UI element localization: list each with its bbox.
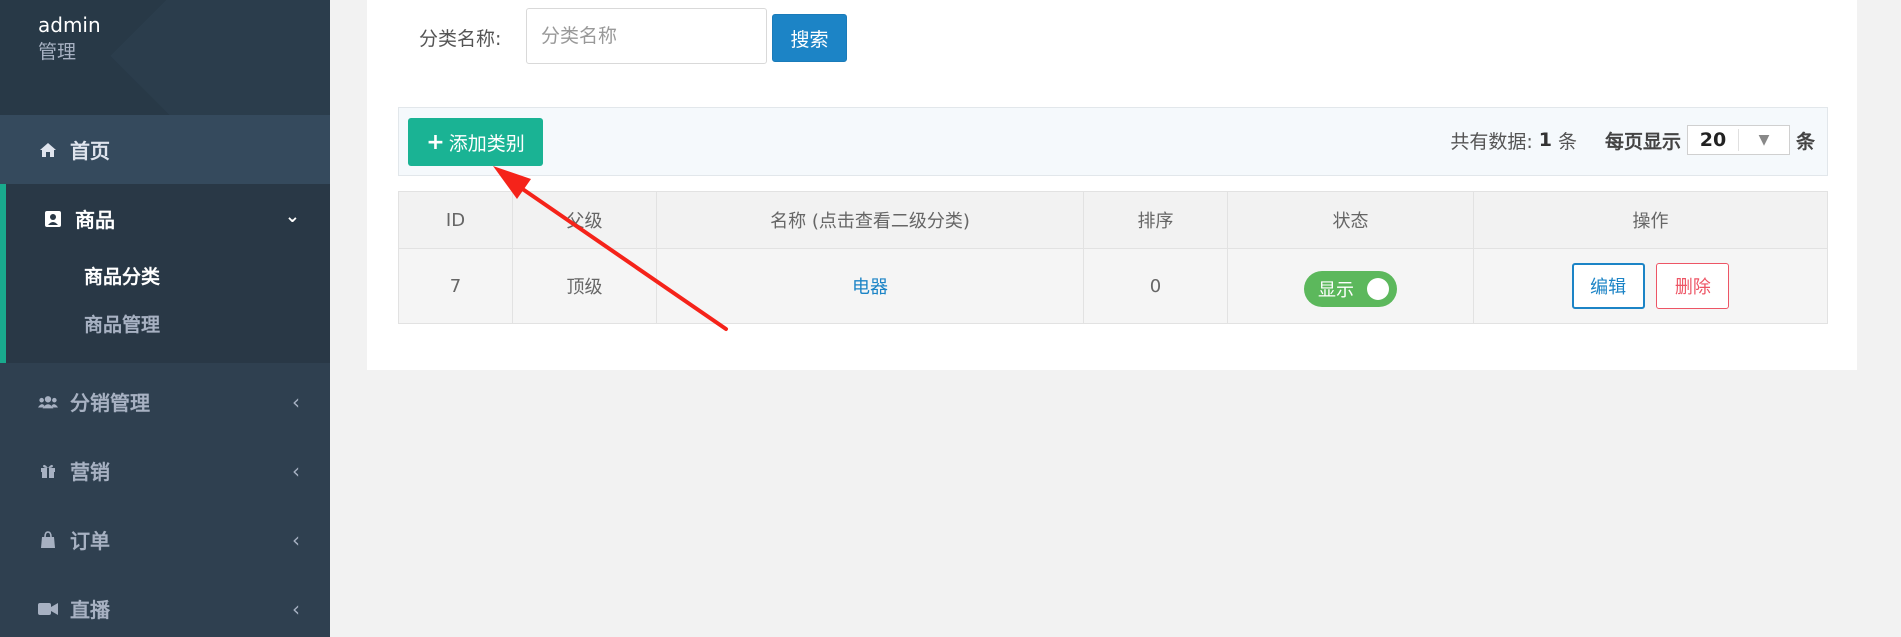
total-prefix: 共有数据: [1450, 130, 1533, 153]
pager-info: 共有数据: 1 条 每页显示 20 ▼ 条 [1450, 124, 1815, 156]
contact-card-icon [43, 209, 63, 229]
nav-item-marketing-label: 营销 [70, 460, 110, 484]
cell-parent: 顶级 [512, 248, 657, 324]
cell-status: 显示 [1227, 248, 1474, 324]
admin-username[interactable]: admin [38, 12, 330, 38]
total-count: 1 [1538, 129, 1552, 151]
column-header-status: 状态 [1227, 191, 1474, 249]
search-button[interactable]: 搜索 [772, 14, 847, 62]
nav-item-marketing[interactable]: 营销 ‹ [0, 436, 330, 505]
search-input[interactable]: 分类名称 [526, 8, 767, 64]
column-header-actions: 操作 [1473, 191, 1828, 249]
per-page-label: 每页显示 [1604, 130, 1681, 153]
chevron-left-icon: ‹ [292, 527, 300, 552]
nav-item-live[interactable]: 直播 ‹ [0, 574, 330, 637]
add-category-label: 添加类别 [448, 132, 525, 155]
nav-item-orders-label: 订单 [70, 529, 110, 553]
per-page-value: 20 [1688, 129, 1739, 151]
plus-icon: + [426, 129, 445, 155]
table-row: 7 顶级 电器 0 显示 编辑 删除 [398, 248, 1828, 324]
gift-icon [38, 461, 58, 481]
category-table: ID 父级 名称 (点击查看二级分类) 排序 状态 操作 7 顶级 电器 0 显… [398, 191, 1828, 324]
nav-item-home-label: 首页 [70, 139, 110, 163]
caret-down-icon: ▼ [1758, 132, 1770, 148]
cell-actions: 编辑 删除 [1473, 248, 1828, 324]
nav-item-orders[interactable]: 订单 ‹ [0, 505, 330, 574]
table-header-row: ID 父级 名称 (点击查看二级分类) 排序 状态 操作 [398, 191, 1828, 249]
status-toggle[interactable]: 显示 [1304, 271, 1397, 307]
cell-id: 7 [398, 248, 513, 324]
status-toggle-label: 显示 [1318, 280, 1354, 301]
column-header-name: 名称 (点击查看二级分类) [656, 191, 1084, 249]
nav-sub-goods-category[interactable]: 商品分类 [6, 253, 330, 301]
nav-item-live-label: 直播 [70, 598, 110, 622]
admin-role: 管理 [38, 41, 77, 63]
chevron-down-icon: ⌄ [284, 206, 300, 227]
total-unit: 条 [1557, 130, 1577, 153]
column-header-parent: 父级 [512, 191, 657, 249]
sidebar: admin 管理 首页 商品 ⌄ 商品分类 商品管理 分销管理 ‹ 营销 ‹ 订… [0, 0, 330, 637]
nav-item-goods[interactable]: 商品 ⌄ [6, 184, 330, 253]
per-page-unit: 条 [1795, 130, 1815, 153]
table-toolbar: + 添加类别 共有数据: 1 条 每页显示 20 ▼ 条 [398, 107, 1828, 176]
content-panel: 分类名称: 分类名称 搜索 + 添加类别 共有数据: 1 条 每页显示 20 ▼… [367, 0, 1857, 370]
chevron-left-icon: ‹ [292, 458, 300, 483]
toggle-knob [1367, 278, 1389, 300]
brand-block: admin 管理 [0, 0, 330, 115]
video-camera-icon [38, 599, 58, 619]
nav-group-goods: 商品 ⌄ 商品分类 商品管理 [0, 184, 330, 363]
nav-item-distribution[interactable]: 分销管理 ‹ [0, 367, 330, 436]
edit-button[interactable]: 编辑 [1571, 263, 1645, 309]
shopping-bag-icon [38, 530, 58, 550]
users-icon [38, 392, 58, 412]
category-name-link[interactable]: 电器 [852, 277, 888, 298]
cell-name: 电器 [656, 248, 1084, 324]
column-header-sort: 排序 [1083, 191, 1228, 249]
delete-button[interactable]: 删除 [1656, 263, 1730, 309]
column-header-id: ID [398, 191, 513, 249]
home-icon [38, 140, 58, 160]
nav-sub-goods-manage[interactable]: 商品管理 [6, 301, 330, 349]
search-label: 分类名称: [419, 28, 502, 50]
cell-sort: 0 [1083, 248, 1228, 324]
nav-item-distribution-label: 分销管理 [70, 391, 150, 415]
nav-item-home[interactable]: 首页 [0, 115, 330, 184]
add-category-button[interactable]: + 添加类别 [408, 118, 543, 166]
chevron-left-icon: ‹ [292, 389, 300, 414]
per-page-select[interactable]: 20 ▼ [1686, 125, 1790, 155]
chevron-left-icon: ‹ [292, 596, 300, 621]
nav-item-goods-label: 商品 [75, 208, 115, 232]
